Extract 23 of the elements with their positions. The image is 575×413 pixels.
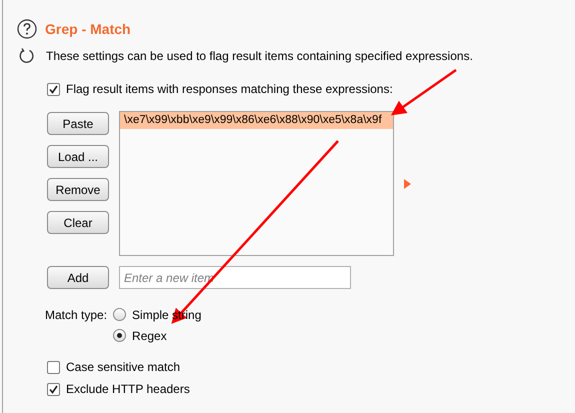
- list-item[interactable]: \xe7\x99\xbb\xe9\x99\x86\xe6\x88\x90\xe5\x8a\x9f: [120, 112, 393, 129]
- match-type-label: Match type:: [45, 308, 108, 322]
- checkbox-label: Case sensitive match: [66, 360, 180, 374]
- annotation-arrow: [390, 68, 457, 116]
- checkbox[interactable]: [47, 382, 60, 396]
- checkbox-label: Flag result items with responses matching these expressions:: [66, 82, 393, 96]
- list-action-button[interactable]: Paste: [47, 112, 109, 135]
- description-text: These settings can be used to flag result items containing specified expressions.: [46, 49, 473, 63]
- refresh-icon[interactable]: [18, 47, 36, 65]
- checkbox-label: Exclude HTTP headers: [66, 382, 190, 396]
- expand-arrow-icon[interactable]: [404, 179, 411, 189]
- section-title: Grep - Match: [45, 21, 131, 37]
- radio-label: Regex: [132, 328, 167, 342]
- checkbox[interactable]: [47, 360, 60, 374]
- list-action-button[interactable]: Clear: [47, 211, 109, 234]
- radio-button[interactable]: [113, 308, 126, 321]
- radio-button[interactable]: [113, 329, 126, 342]
- add-button[interactable]: Add: [47, 266, 109, 289]
- radio-dot-icon: [117, 333, 122, 338]
- help-icon[interactable]: [17, 19, 37, 39]
- list-action-button[interactable]: Remove: [47, 178, 109, 201]
- list-action-button[interactable]: Load ...: [47, 145, 109, 168]
- checkbox[interactable]: [47, 82, 60, 96]
